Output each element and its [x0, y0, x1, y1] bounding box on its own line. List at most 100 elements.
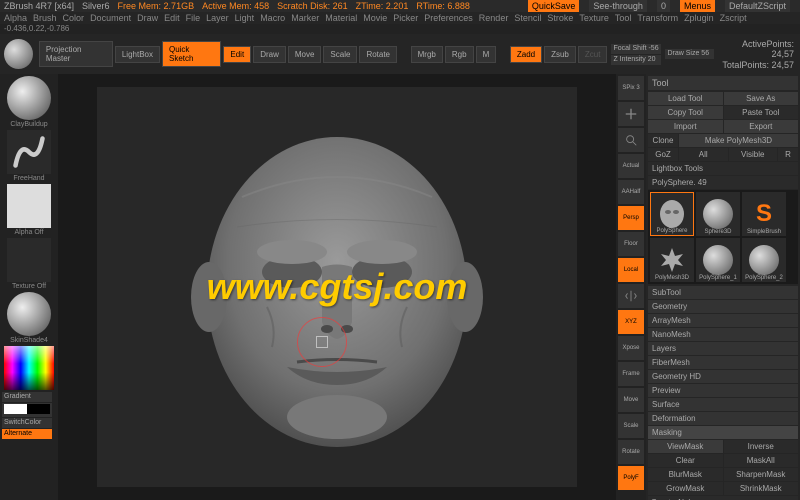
section-deformation[interactable]: Deformation [648, 412, 798, 425]
section-geometryhd[interactable]: Geometry HD [648, 370, 798, 383]
menu-zplugin[interactable]: Zplugin [684, 13, 714, 23]
blurmask-button[interactable]: BlurMask [648, 468, 723, 481]
viewrotate-button[interactable]: Rotate [618, 440, 644, 464]
thumb-polysphere2[interactable]: PolySphere_2 [742, 238, 786, 282]
lsym-button[interactable] [618, 284, 644, 308]
thumb-polymesh3d[interactable]: PolyMesh3D [650, 238, 694, 282]
viewscale-button[interactable]: Scale [618, 414, 644, 438]
menu-draw[interactable]: Draw [137, 13, 158, 23]
menu-brush[interactable]: Brush [33, 13, 57, 23]
saveas-button[interactable]: Save As [724, 92, 799, 105]
inverse-button[interactable]: Inverse [724, 440, 799, 453]
rgb-button[interactable]: Rgb [445, 46, 474, 63]
menu-stencil[interactable]: Stencil [514, 13, 541, 23]
clear-button[interactable]: Clear [648, 454, 723, 467]
brush-selector[interactable]: ClayBuildup [2, 76, 56, 128]
move-button[interactable]: Move [288, 46, 322, 63]
scale-button[interactable]: Scale [323, 46, 357, 63]
aahalf-button[interactable]: AAHalf [618, 180, 644, 204]
menu-tool[interactable]: Tool [615, 13, 632, 23]
edit-button[interactable]: Edit [223, 46, 251, 63]
xyz-button[interactable]: XYZ [618, 310, 644, 334]
alpha-selector[interactable]: Alpha Off [2, 184, 56, 236]
local-button[interactable]: Local [618, 258, 644, 282]
spix-button[interactable]: SPix 3 [618, 76, 644, 100]
section-subtool[interactable]: SubTool [648, 286, 798, 299]
stroke-selector[interactable]: FreeHand [2, 130, 56, 182]
section-preview[interactable]: Preview [648, 384, 798, 397]
scroll-button[interactable] [618, 102, 644, 126]
floor-button[interactable]: Floor [618, 232, 644, 256]
menu-light[interactable]: Light [235, 13, 255, 23]
menu-edit[interactable]: Edit [164, 13, 180, 23]
draw-button[interactable]: Draw [253, 46, 286, 63]
menu-layer[interactable]: Layer [206, 13, 229, 23]
r-button[interactable]: R [778, 148, 798, 161]
actual-button[interactable]: Actual [618, 154, 644, 178]
menu-macro[interactable]: Macro [260, 13, 285, 23]
thumb-sphere3d[interactable]: Sphere3D [696, 192, 740, 236]
menu-movie[interactable]: Movie [363, 13, 387, 23]
rotate-button[interactable]: Rotate [359, 46, 397, 63]
import-button[interactable]: Import [648, 120, 723, 133]
menu-marker[interactable]: Marker [291, 13, 319, 23]
m-button[interactable]: M [476, 46, 497, 63]
menu-texture[interactable]: Texture [579, 13, 609, 23]
section-fibermesh[interactable]: FiberMesh [648, 356, 798, 369]
frame-button[interactable]: Frame [618, 362, 644, 386]
z-intensity-slider[interactable]: Z Intensity 20 [611, 55, 661, 65]
menu-render[interactable]: Render [479, 13, 509, 23]
createalpha-button[interactable]: Create Alpha [648, 496, 798, 500]
menu-document[interactable]: Document [90, 13, 131, 23]
section-layers[interactable]: Layers [648, 342, 798, 355]
thumb-polysphere1[interactable]: PolySphere_1 [696, 238, 740, 282]
zadd-button[interactable]: Zadd [510, 46, 542, 63]
switchcolor-button[interactable]: SwitchColor [2, 418, 52, 428]
section-masking[interactable]: Masking [648, 426, 798, 439]
export-button[interactable]: Export [724, 120, 799, 133]
menu-zscript[interactable]: Zscript [720, 13, 747, 23]
thumb-simplebrush[interactable]: SSimpleBrush [742, 192, 786, 236]
visible-button[interactable]: Visible [729, 148, 778, 161]
makepolymesh-button[interactable]: Make PolyMesh3D [679, 134, 798, 147]
growmask-button[interactable]: GrowMask [648, 482, 723, 495]
menu-alpha[interactable]: Alpha [4, 13, 27, 23]
viewport[interactable]: www.cgtsj.com [97, 87, 577, 487]
alternate-button[interactable]: Alternate [2, 429, 52, 439]
section-arraymesh[interactable]: ArrayMesh [648, 314, 798, 327]
goz-button[interactable]: GoZ [648, 148, 678, 161]
menu-preferences[interactable]: Preferences [424, 13, 473, 23]
material-selector[interactable]: SkinShade4 [2, 292, 56, 344]
material-preview-icon[interactable] [4, 39, 33, 69]
quicksave-button[interactable]: QuickSave [528, 0, 580, 12]
menu-material[interactable]: Material [325, 13, 357, 23]
quicksketch-button[interactable]: Quick Sketch [162, 41, 221, 67]
maskall-button[interactable]: MaskAll [724, 454, 799, 467]
menu-transform[interactable]: Transform [637, 13, 678, 23]
polyf-button[interactable]: PolyF [618, 466, 644, 490]
sharpenmask-button[interactable]: SharpenMask [724, 468, 799, 481]
shrinkmask-button[interactable]: ShrinkMask [724, 482, 799, 495]
xpose-button[interactable]: Xpose [618, 336, 644, 360]
viewmove-button[interactable]: Move [618, 388, 644, 412]
clone-button[interactable]: Clone [648, 134, 678, 147]
copytool-button[interactable]: Copy Tool [648, 106, 723, 119]
section-nanomesh[interactable]: NanoMesh [648, 328, 798, 341]
loadtool-button[interactable]: Load Tool [648, 92, 723, 105]
menus-button[interactable]: Menus [680, 0, 715, 12]
zoom-button[interactable] [618, 128, 644, 152]
seethrough-value[interactable]: 0 [657, 0, 670, 12]
zcut-button[interactable]: Zcut [578, 46, 608, 63]
texture-selector[interactable]: Texture Off [2, 238, 56, 290]
viewmask-button[interactable]: ViewMask [648, 440, 723, 453]
draw-size-slider[interactable]: Draw Size 56 [665, 49, 713, 59]
focal-shift-slider[interactable]: Focal Shift -56 [611, 44, 661, 54]
menu-stroke[interactable]: Stroke [547, 13, 573, 23]
mrgb-button[interactable]: Mrgb [411, 46, 443, 63]
thumb-polysphere[interactable]: PolySphere [650, 192, 694, 236]
zsub-button[interactable]: Zsub [544, 46, 576, 63]
projection-master-button[interactable]: Projection Master [39, 41, 113, 67]
menu-picker[interactable]: Picker [393, 13, 418, 23]
pastetool-button[interactable]: Paste Tool [724, 106, 799, 119]
all-button[interactable]: All [679, 148, 728, 161]
